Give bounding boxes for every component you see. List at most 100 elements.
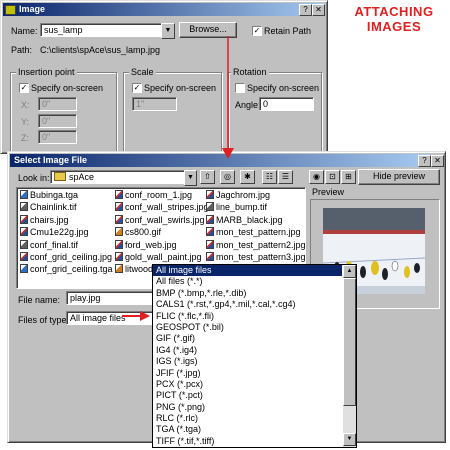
- file-name-field[interactable]: play.jpg: [66, 291, 153, 305]
- file-type-option[interactable]: GEOSPOT (*.bil): [153, 322, 342, 333]
- file-item-name: conf_wall_stripes.jpg: [125, 202, 209, 213]
- image-file-icon: [115, 214, 123, 224]
- file-type-option[interactable]: GIF (*.gif): [153, 333, 342, 344]
- file-type-option[interactable]: PICT (*.pct): [153, 390, 342, 401]
- hide-preview-label: Hide preview: [372, 171, 426, 181]
- list-view-icon[interactable]: ☷: [262, 170, 277, 184]
- file-item[interactable]: conf_grid_ceiling.tga: [20, 264, 113, 275]
- scale-value: 1": [136, 99, 145, 109]
- file-type-option[interactable]: RLC (*.rlc): [153, 413, 342, 424]
- image-file-icon: [115, 264, 123, 274]
- angle-field[interactable]: 0: [259, 97, 314, 111]
- x-field: 0": [38, 97, 77, 111]
- new-folder-icon[interactable]: ✱: [240, 170, 255, 184]
- file-item[interactable]: mon_test_pattern3.jpg: [206, 252, 306, 263]
- look-in-label: Look in:: [18, 173, 50, 183]
- up-folder-icon[interactable]: ⇧: [200, 170, 215, 184]
- image-dialog-title: Image: [19, 4, 46, 14]
- browse-label: Browse...: [189, 24, 227, 34]
- file-type-option[interactable]: TIFF (*.tif,*.tiff): [153, 436, 342, 447]
- path-value: C:\clients\spAce\sus_lamp.jpg: [40, 45, 161, 55]
- file-item[interactable]: mon_test_pattern.jpg: [206, 227, 301, 238]
- app-icon: [5, 5, 16, 15]
- file-item[interactable]: Jagchrom.jpg: [206, 190, 270, 201]
- file-type-option[interactable]: CALS1 (*.rst,*.gp4,*.mil,*.cal,*.cg4): [153, 299, 342, 310]
- image-file-icon: [20, 252, 28, 261]
- image-dialog-titlebar[interactable]: Image: [3, 3, 325, 16]
- file-item[interactable]: conf_wall_stripes.jpg: [115, 202, 209, 213]
- image-file-icon: [206, 190, 214, 199]
- chevron-down-icon: ▼: [346, 436, 353, 442]
- file-type-option[interactable]: IGS (*.igs): [153, 356, 342, 367]
- views-icon[interactable]: ⊞: [341, 170, 356, 184]
- file-type-option[interactable]: IG4 (*.ig4): [153, 345, 342, 356]
- file-item-name: cs800.gif: [125, 227, 162, 238]
- insertion-specify-checkbox[interactable]: ✓: [19, 83, 29, 93]
- select-dialog-titlebar[interactable]: Select Image File: [10, 154, 429, 167]
- name-dropdown-button[interactable]: ▼: [161, 23, 175, 39]
- file-item[interactable]: Bubinga.tga: [20, 190, 78, 201]
- dropdown-scrollbar[interactable]: ▲ ▼: [343, 265, 356, 447]
- file-type-option[interactable]: PNG (*.png): [153, 402, 342, 413]
- file-item[interactable]: line_bump.tif: [206, 202, 267, 213]
- file-item-name: chairs.jpg: [30, 214, 69, 225]
- files-of-type-dropdown[interactable]: All image files All files (*.*) BMP (*.bmp…: [152, 264, 357, 448]
- file-item[interactable]: MARB_black.jpg: [206, 214, 283, 226]
- file-item-name: MARB_black.jpg: [216, 214, 283, 225]
- name-field[interactable]: sus_lamp: [40, 23, 163, 37]
- file-type-option[interactable]: TGA (*.tga): [153, 424, 342, 435]
- rotation-specify-label: Specify on-screen: [247, 83, 320, 93]
- rotation-specify-checkbox[interactable]: [235, 83, 245, 93]
- file-item[interactable]: chairs.jpg: [20, 214, 69, 226]
- close-icon[interactable]: ✕: [312, 4, 325, 16]
- file-item[interactable]: conf_final.tif: [20, 239, 78, 251]
- retain-path-checkbox[interactable]: ✓: [252, 26, 262, 36]
- file-item[interactable]: Chainlink.tif: [20, 202, 77, 213]
- scroll-thumb[interactable]: [343, 278, 356, 406]
- file-item-name: mon_test_pattern3.jpg: [216, 252, 306, 262]
- file-item[interactable]: Cmu1e22g.jpg: [20, 227, 89, 238]
- scale-specify-checkbox[interactable]: ✓: [132, 83, 142, 93]
- file-type-option[interactable]: JFIF (*.jpg): [153, 368, 342, 379]
- select-close-icon[interactable]: ✕: [431, 155, 444, 167]
- globe-icon[interactable]: ◉: [309, 170, 324, 184]
- file-name-label: File name:: [18, 295, 61, 305]
- browse-button[interactable]: Browse...: [179, 22, 237, 38]
- file-type-option[interactable]: All files (*.*): [153, 276, 342, 287]
- favorites-icon[interactable]: ⊡: [325, 170, 340, 184]
- files-of-type-select[interactable]: All image files: [66, 311, 153, 325]
- chevron-down-icon: ▼: [187, 174, 194, 181]
- scroll-up-button[interactable]: ▲: [343, 265, 356, 278]
- file-item[interactable]: cs800.gif: [115, 227, 161, 238]
- image-file-icon: [206, 239, 214, 249]
- file-item-name: conf_wall_swirls.jpg: [125, 214, 205, 225]
- file-item[interactable]: gold_wall_paint.jpg: [115, 252, 202, 263]
- file-item[interactable]: conf_grid_ceiling.jpg: [20, 252, 112, 263]
- search-web-icon[interactable]: ◎: [220, 170, 235, 184]
- file-item[interactable]: conf_wall_swirls.jpg: [115, 214, 205, 226]
- z-value: 0": [42, 132, 51, 142]
- details-view-icon[interactable]: ☰: [278, 170, 293, 184]
- angle-label: Angle:: [235, 100, 261, 110]
- file-item[interactable]: conf_room_1.jpg: [115, 190, 192, 201]
- files-of-type-value: All image files: [70, 313, 126, 323]
- file-type-option[interactable]: FLIC (*.flc,*.fli): [153, 311, 342, 322]
- file-type-option[interactable]: All image files: [153, 265, 342, 277]
- scroll-down-button[interactable]: ▼: [343, 433, 356, 446]
- look-in-select[interactable]: spAce: [50, 170, 187, 184]
- help-icon[interactable]: ?: [299, 4, 312, 16]
- image-file-icon: [115, 190, 123, 199]
- angle-value: 0: [263, 99, 269, 109]
- file-type-option[interactable]: BMP (*.bmp,*.rle,*.dib): [153, 288, 342, 299]
- file-item[interactable]: ford_web.jpg: [115, 239, 177, 251]
- file-type-option[interactable]: PCX (*.pcx): [153, 379, 342, 390]
- insertion-point-title: Insertion point: [16, 67, 77, 77]
- select-help-icon[interactable]: ?: [418, 155, 431, 167]
- x-value: 0": [42, 99, 51, 109]
- file-item[interactable]: mon_test_pattern2.jpg: [206, 239, 305, 251]
- look-in-dropdown-button[interactable]: ▼: [184, 170, 197, 186]
- image-file-icon: [206, 227, 214, 237]
- annotation-title: ATTACHING IMAGES: [344, 4, 444, 34]
- hide-preview-button[interactable]: Hide preview: [358, 169, 440, 185]
- annotation-line2: IMAGES: [366, 19, 422, 34]
